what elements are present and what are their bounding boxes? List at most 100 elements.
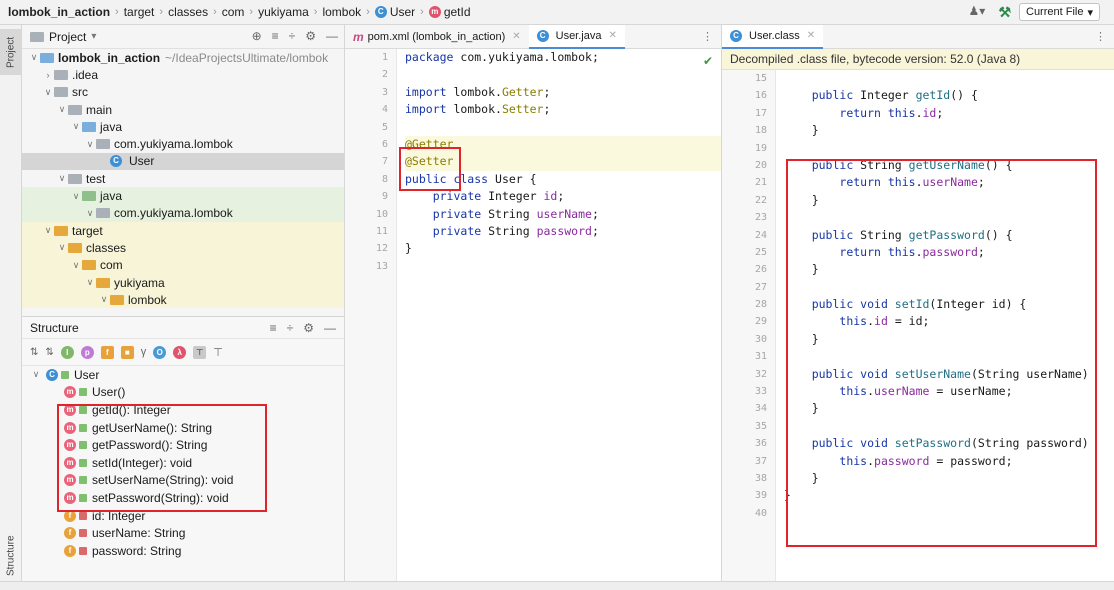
hide-icon[interactable]: — [324, 321, 336, 335]
code-token: Integer [860, 88, 916, 103]
code-line[interactable] [405, 119, 721, 136]
more-icon[interactable]: ⋮ [1095, 30, 1106, 43]
close-icon[interactable]: ✕ [807, 30, 815, 41]
tree-item[interactable]: ∨ target [22, 221, 344, 240]
collapse-all-icon[interactable]: ≡ [272, 29, 279, 43]
show-anonymous-icon[interactable]: O [153, 345, 167, 359]
chevron-down-icon[interactable]: ∨ [56, 104, 68, 115]
close-icon[interactable]: ✕ [512, 31, 520, 42]
chevron-down-icon[interactable]: ∨ [70, 191, 82, 202]
tree-item[interactable]: ∨ classes [22, 239, 344, 257]
tree-item[interactable]: ∨ test [22, 170, 344, 187]
tree-item[interactable]: ∨ yukiyama [22, 273, 344, 292]
structure-member[interactable]: f password: String [22, 542, 344, 560]
more-icon[interactable]: ⋮ [702, 30, 713, 43]
chevron-down-icon[interactable]: ∨ [56, 173, 68, 184]
breadcrumb-item[interactable]: C User [374, 5, 415, 19]
filter-icon[interactable]: ⊤ [193, 345, 207, 359]
editor-tab[interactable]: C User.class ✕ [722, 24, 824, 49]
code-line[interactable]: private String password; [405, 223, 721, 240]
run-configuration-select[interactable]: Current File ▾ [1019, 3, 1100, 21]
chevron-down-icon[interactable]: ∨ [30, 369, 42, 380]
code-line[interactable] [784, 70, 1114, 87]
filter-alt-icon[interactable]: ⊤ [213, 346, 223, 359]
editor-tab[interactable]: C User.java ✕ [528, 24, 625, 49]
tree-item[interactable]: › .idea [22, 66, 344, 83]
code-line[interactable]: public Integer getId() { [784, 87, 1114, 104]
chevron-down-icon[interactable]: ∨ [70, 121, 82, 132]
sort-alpha-icon[interactable]: ⇅ [45, 347, 53, 358]
build-hammer-icon[interactable]: ⚒ [998, 4, 1011, 21]
tree-item[interactable]: ∨ com.yukiyama.lombok [22, 135, 344, 152]
show-inherited-icon[interactable]: I [60, 345, 74, 359]
project-tool-tab[interactable]: Project [0, 29, 22, 75]
breadcrumb-item[interactable]: classes [168, 5, 208, 19]
user-icon[interactable]: ♟▾ [968, 4, 990, 20]
tree-item[interactable]: ∨ main [22, 101, 344, 118]
chevron-down-icon[interactable]: ∨ [42, 225, 54, 236]
highlight-box-methods [57, 404, 267, 512]
show-lambda-icon[interactable]: λ [173, 345, 187, 359]
project-view-selector[interactable]: Project [49, 30, 86, 44]
show-non-public-icon[interactable]: ■ [120, 345, 134, 359]
tree-item[interactable]: ∨ java [22, 187, 344, 205]
chevron-down-icon[interactable]: ∨ [56, 242, 68, 253]
code-line[interactable] [784, 140, 1114, 157]
chevron-down-icon[interactable]: ∨ [70, 260, 82, 271]
show-lambdas-icon[interactable]: γ [141, 346, 147, 358]
code-line[interactable]: private String userName; [405, 206, 721, 223]
chevron-right-icon[interactable]: › [42, 70, 54, 80]
structure-member[interactable]: f userName: String [22, 524, 344, 542]
chevron-down-icon[interactable]: ∨ [84, 208, 96, 219]
tree-item[interactable]: ∨ com [22, 256, 344, 274]
maven-icon: m [353, 29, 364, 44]
chevron-down-icon[interactable]: ∨ [98, 294, 110, 305]
code-line[interactable]: import lombok.Setter; [405, 101, 721, 118]
code-line[interactable]: import lombok.Getter; [405, 84, 721, 101]
expand-all-icon[interactable]: ÷ [287, 321, 294, 335]
code-line[interactable]: package com.yukiyama.lombok; [405, 49, 721, 66]
structure-tool-tab[interactable]: Structure [0, 525, 22, 587]
breadcrumb-item[interactable]: target [124, 5, 155, 19]
tree-item[interactable]: ∨ lombok [22, 291, 344, 309]
code-line[interactable]: } [784, 122, 1114, 139]
code-line[interactable] [405, 258, 721, 275]
tree-item[interactable]: ∨ java [22, 118, 344, 135]
chevron-down-icon[interactable]: ∨ [84, 277, 96, 288]
line-number: 17 [754, 107, 767, 119]
editor-tab[interactable]: m pom.xml (lombok_in_action) ✕ [345, 25, 529, 49]
tree-item[interactable]: ∨ src [22, 84, 344, 101]
breadcrumb-item[interactable]: lombok_in_action [8, 5, 110, 19]
sort-visibility-icon[interactable]: ⇅ [30, 347, 38, 358]
show-properties-icon[interactable]: p [80, 345, 94, 359]
breadcrumb-item[interactable]: m getId [428, 5, 471, 19]
tree-item[interactable]: C User [22, 152, 344, 171]
gear-icon[interactable]: ⚙ [305, 29, 316, 43]
expand-all-icon[interactable]: ÷ [289, 29, 296, 43]
chevron-down-icon[interactable]: ∨ [84, 139, 96, 150]
tree-item[interactable]: ∨ lombok_in_action ~/IdeaProjectsUltimate/… [22, 49, 344, 66]
tree-item[interactable]: ∨ com.yukiyama.lombok [22, 204, 344, 222]
structure-member[interactable]: m User() [22, 384, 344, 402]
gear-icon[interactable]: ⚙ [303, 321, 314, 335]
breadcrumb-item[interactable]: com [222, 5, 245, 19]
collapse-all-icon[interactable]: ≡ [270, 321, 277, 335]
breadcrumb-item[interactable]: lombok [322, 5, 361, 19]
locate-icon[interactable]: ⊕ [252, 29, 262, 43]
code-line[interactable]: return this.id; [784, 105, 1114, 122]
code-line[interactable]: } [405, 240, 721, 257]
code-token: } [784, 123, 819, 138]
close-icon[interactable]: ✕ [608, 30, 616, 41]
chevron-down-icon[interactable]: ▾ [91, 31, 96, 42]
chevron-down-icon[interactable]: ∨ [42, 87, 54, 98]
show-fields-icon[interactable]: f [100, 345, 114, 359]
code-line[interactable] [405, 66, 721, 83]
chevron-down-icon[interactable]: ∨ [28, 52, 40, 63]
code-token: com.yukiyama.lombok; [460, 50, 599, 64]
structure-root[interactable]: ∨ C User [22, 366, 344, 384]
breadcrumb-item[interactable]: yukiyama [258, 5, 309, 19]
hide-icon[interactable]: — [326, 29, 338, 43]
code-token: String [488, 206, 537, 221]
line-number: 24 [754, 229, 767, 241]
